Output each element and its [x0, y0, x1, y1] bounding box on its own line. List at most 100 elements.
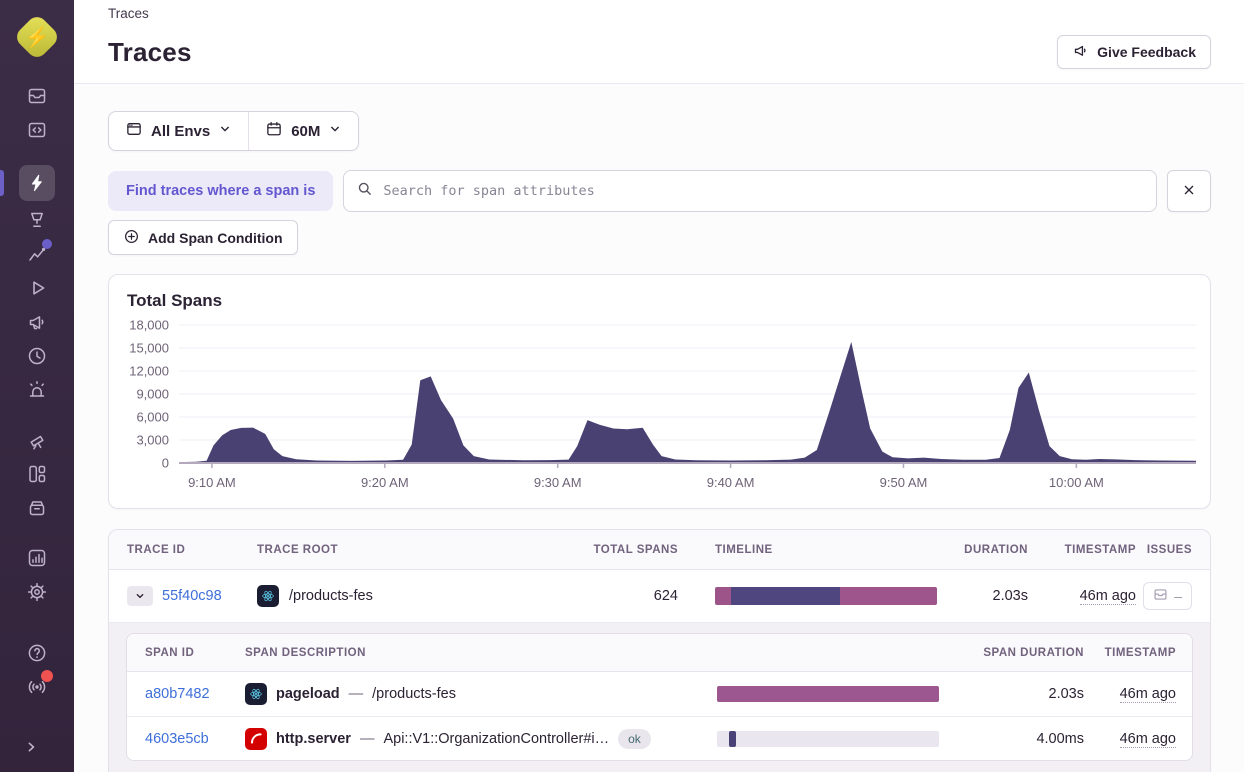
total-spans-area-chart: 03,0006,0009,00012,00015,00018,0009:10 A… [109, 313, 1210, 501]
environment-filter[interactable]: All Envs [109, 112, 248, 150]
span-duration-bar [717, 731, 939, 747]
lightning-icon [19, 165, 55, 201]
trace-timestamp-cell[interactable]: 46m ago [1080, 588, 1136, 604]
trace-root-label: /products-fes [289, 588, 373, 604]
megaphone-icon [20, 305, 54, 339]
sidebar-item-insights[interactable] [0, 237, 74, 271]
code-icon [20, 113, 54, 147]
col-span-duration: SPAN DURATION [983, 647, 1084, 659]
clear-search-button[interactable] [1167, 170, 1211, 212]
issues-pill[interactable]: – [1143, 582, 1192, 610]
trace-timeline-bar [715, 587, 937, 605]
plus-circle-icon [123, 228, 140, 248]
span-table-header: SPAN ID SPAN DESCRIPTION SPAN DURATION T… [127, 634, 1192, 672]
add-span-condition-button[interactable]: Add Span Condition [108, 220, 298, 255]
traces-table-header: TRACE ID TRACE ROOT TOTAL SPANS TIMELINE… [109, 530, 1210, 570]
issues-count: – [1174, 588, 1182, 604]
sidebar-collapse-button[interactable] [0, 730, 74, 764]
bar-chart-icon [20, 541, 54, 575]
sidebar-item-explore[interactable] [0, 113, 74, 147]
page-title: Traces [108, 37, 192, 68]
broadcast-notification-dot [41, 670, 53, 682]
sidebar-item-stats[interactable] [0, 541, 74, 575]
close-icon [1181, 182, 1197, 201]
svg-text:9:50 AM: 9:50 AM [880, 475, 928, 490]
trace-id-link[interactable]: 55f40c98 [162, 588, 222, 604]
chart-title: Total Spans [109, 275, 1210, 311]
col-duration: DURATION [964, 544, 1028, 556]
collapse-trace-button[interactable] [127, 586, 153, 606]
give-feedback-button[interactable]: Give Feedback [1057, 35, 1211, 69]
sidebar-item-alerts[interactable] [0, 373, 74, 407]
svg-text:10:00 AM: 10:00 AM [1049, 475, 1104, 490]
sidebar-item-profiling[interactable] [0, 203, 74, 237]
span-search-input[interactable] [381, 182, 1144, 200]
span-timestamp-cell[interactable]: 46m ago [1120, 731, 1176, 747]
span-id-link[interactable]: a80b7482 [145, 686, 210, 702]
svg-text:18,000: 18,000 [129, 318, 169, 333]
telescope-icon [20, 423, 54, 457]
sidebar-item-traces[interactable] [0, 163, 74, 203]
breadcrumb[interactable]: Traces [108, 3, 1211, 21]
col-span-timestamp: TIMESTAMP [1105, 647, 1176, 659]
sidebar-item-whats-new[interactable] [0, 423, 74, 457]
span-description-cell: pageload — /products-fes [245, 683, 717, 705]
svg-text:9:10 AM: 9:10 AM [188, 475, 236, 490]
sidebar-item-dashboards[interactable] [0, 457, 74, 491]
span-description-cell: http.server — Api::V1::OrganizationContr… [245, 728, 717, 750]
trace-root-cell[interactable]: /products-fes [257, 585, 558, 607]
find-traces-pill: Find traces where a span is [108, 171, 333, 211]
line-chart-icon [20, 237, 54, 271]
trace-issues-cell[interactable]: – [1143, 582, 1192, 610]
col-issues: ISSUES [1147, 544, 1192, 556]
issues-icon [20, 79, 54, 113]
sidebar-nav [0, 79, 74, 609]
span-row: 4603e5cb http.server — Api::V1::Organiza… [127, 716, 1192, 760]
dashboard-icon [20, 457, 54, 491]
span-timestamp-cell[interactable]: 46m ago [1120, 686, 1176, 702]
span-op: pageload [276, 686, 340, 702]
dash-separator: — [360, 731, 375, 747]
span-attributes-searchbox[interactable] [343, 170, 1157, 212]
sidebar-bottom-group [0, 636, 74, 772]
sidebar-item-help[interactable] [0, 636, 74, 670]
sidebar-item-feedback[interactable] [0, 305, 74, 339]
sidebar-item-history[interactable] [0, 339, 74, 373]
calendar-icon [265, 120, 283, 142]
search-icon [356, 180, 373, 202]
page-header: Traces Traces Give Feedback [74, 0, 1244, 84]
add-span-condition-label: Add Span Condition [148, 230, 283, 246]
gear-icon [20, 575, 54, 609]
span-duration-cell: 2.03s [1049, 686, 1084, 702]
trace-id-cell: 55f40c98 [127, 586, 257, 606]
help-icon [20, 636, 54, 670]
span-search-row: Find traces where a span is [108, 170, 1211, 212]
siren-icon [20, 373, 54, 407]
span-description: /products-fes [372, 686, 456, 702]
sidebar-item-replays[interactable] [0, 271, 74, 305]
trace-duration-cell: 2.03s [993, 588, 1028, 604]
org-logo[interactable]: ⚡ [17, 17, 57, 57]
time-range-filter[interactable]: 60M [248, 112, 358, 150]
time-range-filter-label: 60M [291, 123, 320, 140]
sidebar-item-releases[interactable] [0, 491, 74, 525]
total-spans-chart-panel: Total Spans 03,0006,0009,00012,00015,000… [108, 274, 1211, 509]
react-icon [257, 585, 279, 607]
sidebar-item-settings[interactable] [0, 575, 74, 609]
broadcast-icon [20, 670, 54, 704]
svg-text:9,000: 9,000 [136, 387, 169, 402]
svg-text:15,000: 15,000 [129, 341, 169, 356]
sidebar: ⚡ [0, 0, 74, 772]
expanded-trace-section: SPAN ID SPAN DESCRIPTION SPAN DURATION T… [109, 622, 1210, 772]
window-icon [125, 120, 143, 142]
col-total-spans: TOTAL SPANS [593, 544, 678, 556]
col-trace-root: TRACE ROOT [257, 544, 558, 556]
page-filter-bar: All Envs 60M [108, 111, 359, 151]
sidebar-item-issues[interactable] [0, 79, 74, 113]
span-description: Api::V1::OrganizationController#i… [383, 731, 609, 747]
span-id-link[interactable]: 4603e5cb [145, 731, 209, 747]
svg-text:9:40 AM: 9:40 AM [707, 475, 755, 490]
svg-text:0: 0 [162, 456, 169, 471]
sidebar-item-broadcast[interactable] [0, 670, 74, 704]
insights-notification-dot [42, 239, 52, 249]
